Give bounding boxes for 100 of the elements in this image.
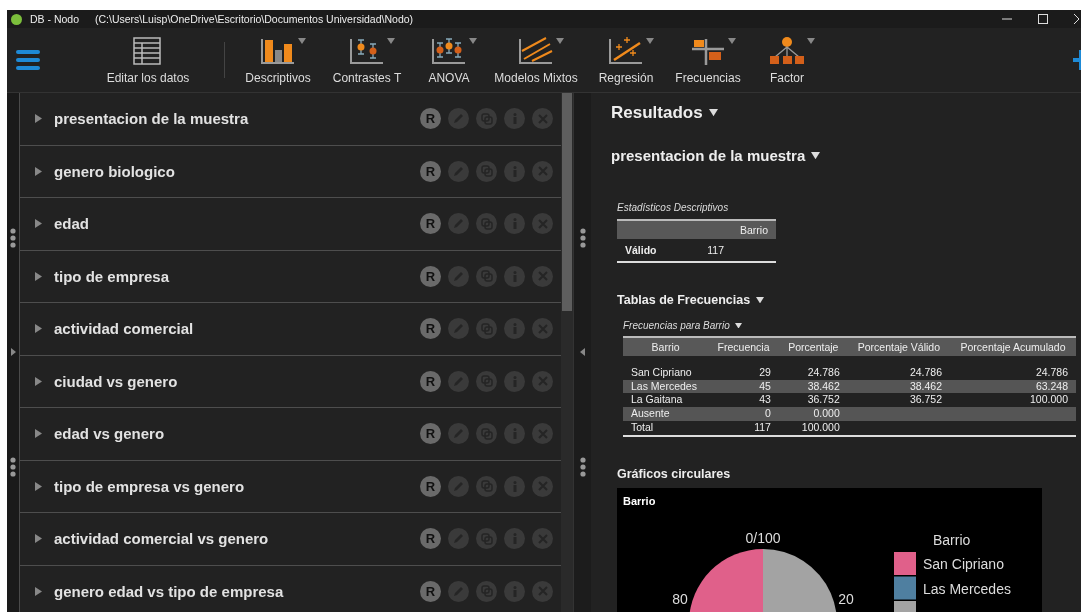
table-cell: Las Mercedes: [623, 379, 709, 394]
info-button[interactable]: [504, 423, 525, 445]
analysis-title[interactable]: actividad comercial: [34, 320, 194, 338]
analysis-title[interactable]: edad vs genero: [34, 425, 165, 443]
maximize-icon[interactable]: [1038, 14, 1048, 24]
edit-button[interactable]: [448, 580, 469, 602]
collapsed-icon: [34, 114, 42, 124]
info-button[interactable]: [504, 318, 525, 340]
analysis-title[interactable]: tipo de empresa vs genero: [34, 477, 245, 495]
analysis-row[interactable]: edad R: [20, 198, 561, 251]
info-button[interactable]: [504, 160, 525, 182]
duplicate-button[interactable]: [476, 318, 497, 340]
remove-button[interactable]: [532, 580, 553, 602]
analysis-title[interactable]: genero biologico: [34, 162, 175, 180]
remove-button[interactable]: [532, 370, 553, 392]
analysis-title[interactable]: edad: [34, 215, 89, 233]
grip-icon[interactable]: [579, 456, 586, 477]
analysis-title[interactable]: actividad comercial vs genero: [34, 530, 269, 548]
table-cell: 45: [708, 379, 779, 394]
toolbar-button[interactable]: Modelos Mixtos: [487, 28, 585, 92]
remove-button[interactable]: [532, 318, 553, 340]
info-button[interactable]: [504, 265, 525, 287]
info-button[interactable]: [504, 475, 525, 497]
table-cell: Total: [623, 420, 709, 436]
duplicate-button[interactable]: [476, 370, 497, 392]
analysis-title[interactable]: ciudad vs genero: [34, 372, 178, 390]
table-cell: Ausente: [623, 407, 709, 421]
analysis-row[interactable]: tipo de empresa R: [20, 250, 561, 303]
info-button[interactable]: [504, 213, 525, 235]
remove-button[interactable]: [532, 160, 553, 182]
duplicate-button[interactable]: [476, 423, 497, 445]
analysis-title[interactable]: genero edad vs tipo de empresa: [34, 582, 284, 600]
edit-button[interactable]: [448, 528, 469, 550]
edit-button[interactable]: [448, 475, 469, 497]
duplicate-button[interactable]: [476, 475, 497, 497]
table-cell: 43: [708, 393, 779, 408]
collapsed-icon: [34, 534, 42, 544]
duplicate-button[interactable]: [476, 213, 497, 235]
collapse-arrow-icon[interactable]: [580, 348, 585, 357]
duplicate-button[interactable]: [476, 265, 497, 287]
edit-button[interactable]: [448, 213, 469, 235]
analysis-title[interactable]: presentacion de la muestra: [34, 110, 249, 128]
duplicate-button[interactable]: [476, 160, 497, 182]
grip-icon[interactable]: [579, 228, 586, 249]
copy-icon: [480, 480, 493, 493]
copy-icon: [480, 270, 493, 283]
toolbar-button[interactable]: ANOVA: [411, 28, 487, 92]
remove-button[interactable]: [532, 213, 553, 235]
analysis-row[interactable]: genero edad vs tipo de empresa R: [20, 565, 561, 612]
edit-button[interactable]: [448, 108, 469, 130]
duplicate-button[interactable]: [476, 108, 497, 130]
info-button[interactable]: [504, 528, 525, 550]
analysis-row[interactable]: genero biologico R: [20, 145, 561, 198]
toolbar-button[interactable]: Contrastes T: [323, 28, 411, 92]
analysis-row[interactable]: tipo de empresa vs genero R: [20, 460, 561, 513]
grip-icon[interactable]: [10, 228, 16, 249]
copy-icon: [480, 217, 493, 230]
remove-button[interactable]: [532, 423, 553, 445]
analysis-row[interactable]: edad vs genero R: [20, 408, 561, 461]
info-button[interactable]: [504, 108, 525, 130]
table-cell: 38.462: [847, 379, 950, 394]
analysis-row[interactable]: presentacion de la muestra R: [20, 93, 561, 146]
collapsed-icon: [34, 586, 42, 596]
toolbar-button[interactable]: Factor: [749, 28, 825, 92]
edit-button[interactable]: [448, 265, 469, 287]
legend-title: Barrio: [933, 531, 971, 548]
window-path: (C:\Users\Luisp\OneDrive\Escritorio\Documentos Universidad\Nodo): [95, 13, 414, 25]
section-heading: Tablas de Frecuencias: [617, 293, 751, 307]
analysis-row[interactable]: actividad comercial vs genero R: [20, 513, 561, 566]
table-cell: 36.752: [847, 393, 950, 408]
analysis-row[interactable]: ciudad vs genero R: [20, 355, 561, 408]
grip-icon[interactable]: [10, 456, 16, 477]
table-cell: La Gaitana: [623, 393, 709, 408]
add-icon[interactable]: [1073, 49, 1081, 71]
edit-button[interactable]: [448, 423, 469, 445]
column-header: Porcentaje: [778, 337, 848, 356]
edit-button[interactable]: [448, 318, 469, 340]
remove-button[interactable]: [532, 528, 553, 550]
toolbar-button[interactable]: Editar los datos: [80, 28, 216, 92]
remove-button[interactable]: [532, 265, 553, 287]
table-cell: 100.000: [950, 393, 1076, 408]
remove-button[interactable]: [532, 475, 553, 497]
edit-button[interactable]: [448, 160, 469, 182]
info-button[interactable]: [504, 370, 525, 392]
remove-button[interactable]: [532, 108, 553, 130]
toolbar-button[interactable]: Frecuencias: [667, 28, 749, 92]
scrollbar-thumb[interactable]: [562, 93, 572, 311]
duplicate-button[interactable]: [476, 528, 497, 550]
analysis-row[interactable]: actividad comercial R: [20, 303, 561, 356]
edit-button[interactable]: [448, 370, 469, 392]
toolbar-button[interactable]: Descriptivos: [233, 28, 323, 92]
info-button[interactable]: [504, 580, 525, 602]
caret-icon: [734, 322, 742, 329]
table-cell: 24.786: [950, 366, 1076, 380]
duplicate-button[interactable]: [476, 580, 497, 602]
expand-arrow-icon[interactable]: [10, 348, 16, 357]
analysis-title[interactable]: tipo de empresa: [34, 267, 170, 285]
table-cell: 0: [708, 407, 779, 421]
toolbar-button[interactable]: Regresión: [585, 28, 667, 92]
close-icon[interactable]: [1074, 14, 1079, 24]
